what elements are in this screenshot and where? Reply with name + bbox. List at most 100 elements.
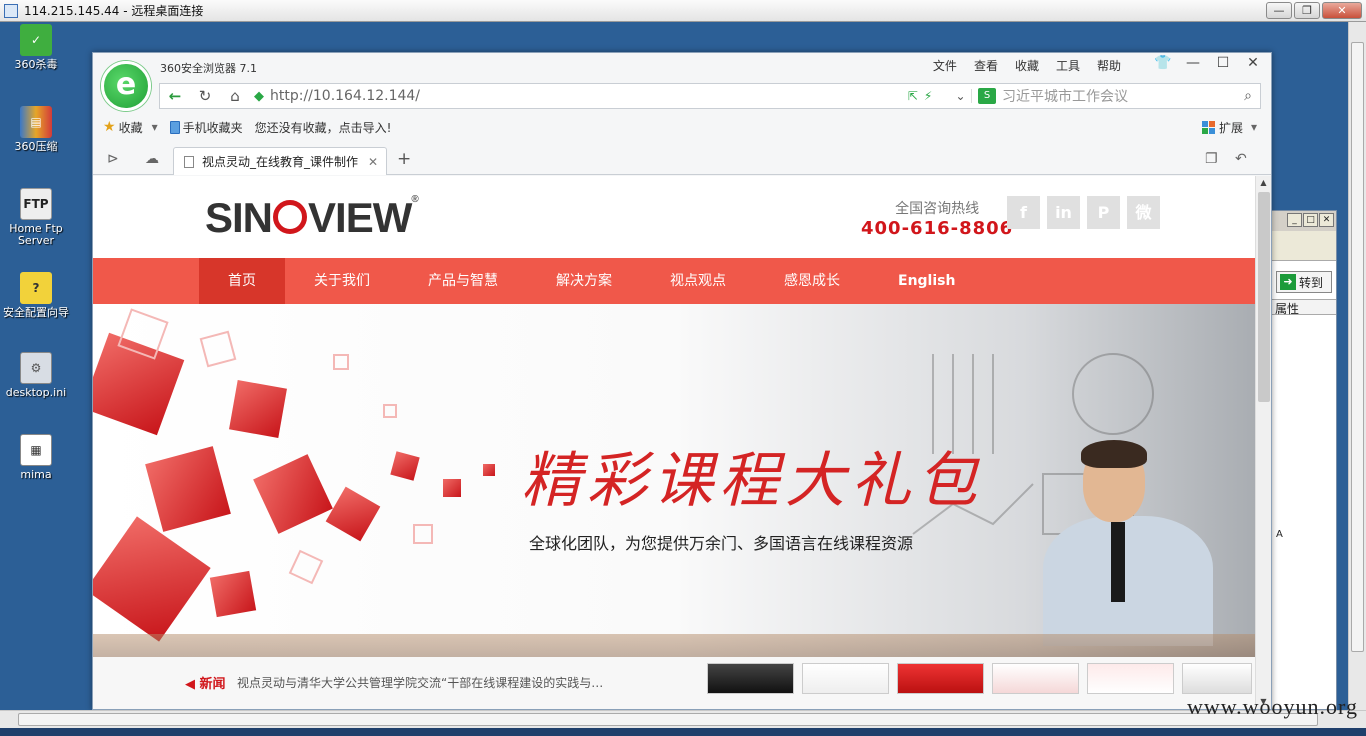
outline-square [383, 404, 397, 418]
search-icon[interactable]: ⌕ [1244, 88, 1252, 104]
hotline-label: 全国咨询热线 [895, 201, 980, 217]
scroll-thumb[interactable] [18, 713, 1318, 726]
red-cube [253, 454, 333, 534]
news-thumbnail[interactable] [992, 663, 1079, 694]
restore-button[interactable]: ❐ [1294, 2, 1320, 19]
nav-solutions[interactable]: 解决方案 [527, 258, 641, 304]
shield-360-icon: ✓ [20, 24, 52, 56]
facebook-icon[interactable]: f [1007, 196, 1040, 229]
tab-bar: ⊳ ☁ 视点灵动_在线教育_课件制作 ✕ + ❐ ↶ [93, 145, 1271, 175]
nav-english[interactable]: English [869, 258, 984, 304]
page-icon [184, 155, 194, 168]
desktop-icon-ftp-server[interactable]: FTP Home Ftp Server [0, 188, 72, 247]
tab-active[interactable]: 视点灵动_在线教育_课件制作 ✕ [173, 147, 387, 175]
red-cube [209, 570, 257, 618]
import-favorites-link[interactable]: 您还没有收藏，点击导入! [255, 119, 392, 136]
address-bar: ← ↻ ⌂ ◆ http://10.164.12.144/ ⇱ ⚡ ⌄ S 习近… [159, 83, 1261, 109]
banner-tagline: 全球化团队，为您提供万余门、多国语言在线课程资源 [529, 534, 914, 553]
menu-tools[interactable]: 工具 [1056, 57, 1080, 74]
page-scrollbar[interactable]: ▲ ▼ [1255, 176, 1271, 709]
tab-close-icon[interactable]: ✕ [368, 155, 378, 169]
browser-logo-icon[interactable]: e [101, 61, 151, 111]
menu-help[interactable]: 帮助 [1097, 57, 1121, 74]
tab-list-icon[interactable]: ❐ [1205, 151, 1218, 167]
desktop-icon-security-wizard[interactable]: ? 安全配置向导 [0, 272, 72, 319]
rdp-vertical-scrollbar[interactable] [1348, 22, 1366, 710]
menu-view[interactable]: 查看 [974, 57, 998, 74]
news-thumbnail[interactable] [707, 663, 794, 694]
maximize-button[interactable]: □ [1303, 213, 1318, 227]
favorites-button[interactable]: ★ 收藏 ▾ [103, 119, 158, 136]
red-cube [145, 446, 231, 532]
site-logo[interactable]: SIN VIEW® [205, 194, 419, 242]
url-history-dropdown[interactable]: ⌄ [950, 89, 972, 103]
search-engine-icon[interactable]: S [978, 88, 996, 104]
refresh-button[interactable]: ↻ [190, 84, 220, 108]
menu-file[interactable]: 文件 [933, 57, 957, 74]
weibo-icon[interactable]: 微 [1127, 196, 1160, 229]
chevron-down-icon: ▾ [151, 120, 158, 134]
nav-products[interactable]: 产品与智慧 [399, 258, 527, 304]
browser-app-name: 360安全浏览器 7.1 [160, 62, 257, 75]
banner-title: 精彩课程大礼包 [521, 446, 983, 516]
close-button[interactable]: ✕ [1319, 213, 1334, 227]
nav-home[interactable]: 首页 [199, 258, 285, 304]
news-ticker: ◀ 新闻 视点灵动与清华大学公共管理学院交流“干部在线课程建设的实践与… [93, 657, 1255, 709]
menu-favorites[interactable]: 收藏 [1015, 57, 1039, 74]
pinterest-icon[interactable]: P [1087, 196, 1120, 229]
news-label: ◀ 新闻 [185, 677, 226, 692]
go-button[interactable]: ➜ 转到 [1276, 271, 1332, 293]
news-headline-link[interactable]: 视点灵动与清华大学公共管理学院交流“干部在线课程建设的实践与… [237, 674, 603, 691]
home-button[interactable]: ⌂ [220, 84, 250, 108]
desktop-icon-mima[interactable]: ▦ mima [0, 434, 72, 481]
linkedin-icon[interactable]: in [1047, 196, 1080, 229]
minimize-button[interactable]: — [1183, 55, 1203, 71]
browser-titlebar: 360安全浏览器 7.1 文件 查看 收藏 工具 帮助 👕 — ☐ ✕ [93, 53, 1271, 81]
undo-close-tab-icon[interactable]: ↶ [1235, 151, 1247, 167]
sidebar-toggle-icon[interactable]: ⊳ [107, 151, 119, 167]
share-icon[interactable]: ⇱ [908, 89, 918, 103]
nav-about[interactable]: 关于我们 [285, 258, 399, 304]
settings-file-icon: ⚙ [20, 352, 52, 384]
minimize-button[interactable]: _ [1287, 213, 1302, 227]
new-tab-button[interactable]: + [397, 149, 411, 169]
cloud-icon[interactable]: ☁ [145, 151, 159, 167]
extensions-button[interactable]: 扩展 ▾ [1201, 119, 1257, 136]
close-button[interactable]: ✕ [1243, 55, 1263, 71]
speed-mode-icon[interactable]: ⚡ [924, 89, 932, 103]
url-input[interactable]: ◆ http://10.164.12.144/ [250, 88, 890, 104]
scroll-thumb[interactable] [1258, 192, 1270, 402]
close-button[interactable]: ✕ [1322, 2, 1362, 19]
taskbar [0, 728, 1366, 736]
mobile-favorites-button[interactable]: 手机收藏夹 [169, 119, 243, 136]
news-thumbnail[interactable] [802, 663, 889, 694]
windows-logo-bar [1272, 231, 1336, 261]
news-thumbnail[interactable] [1182, 663, 1252, 694]
news-thumbnails [707, 663, 1252, 694]
side-letter: A [1276, 529, 1283, 540]
hero-banner[interactable]: 精彩课程大礼包 全球化团队，为您提供万余门、多国语言在线课程资源 [93, 304, 1255, 657]
background-window: _ □ ✕ ➜ 转到 属性 A [1271, 210, 1337, 710]
scroll-thumb[interactable] [1351, 42, 1364, 652]
search-input[interactable]: S 习近平城市工作会议 ⌕ [972, 86, 1260, 106]
scroll-up-icon[interactable]: ▲ [1258, 178, 1269, 190]
desktop-icon-360-zip[interactable]: ▤ 360压缩 [0, 106, 72, 153]
news-thumbnail[interactable] [897, 663, 984, 694]
rdp-horizontal-scrollbar[interactable] [0, 710, 1366, 728]
desktop-icon-desktop-ini[interactable]: ⚙ desktop.ini [0, 352, 72, 399]
nav-viewpoints[interactable]: 视点观点 [641, 258, 755, 304]
outline-square [288, 549, 324, 585]
ftp-icon: FTP [20, 188, 52, 220]
browser-window-controls: 👕 — ☐ ✕ [1153, 55, 1263, 71]
skin-icon[interactable]: 👕 [1153, 55, 1173, 71]
desktop-icon-360-antivirus[interactable]: ✓ 360杀毒 [0, 24, 72, 71]
archive-icon: ▤ [20, 106, 52, 138]
news-thumbnail[interactable] [1087, 663, 1174, 694]
minimize-button[interactable]: — [1266, 2, 1292, 19]
back-button[interactable]: ← [160, 84, 190, 108]
url-action-icons: ⇱ ⚡ [890, 89, 950, 103]
maximize-button[interactable]: ☐ [1213, 55, 1233, 71]
outline-square [199, 330, 237, 368]
nav-growth[interactable]: 感恩成长 [755, 258, 869, 304]
star-icon: ★ [103, 119, 116, 135]
